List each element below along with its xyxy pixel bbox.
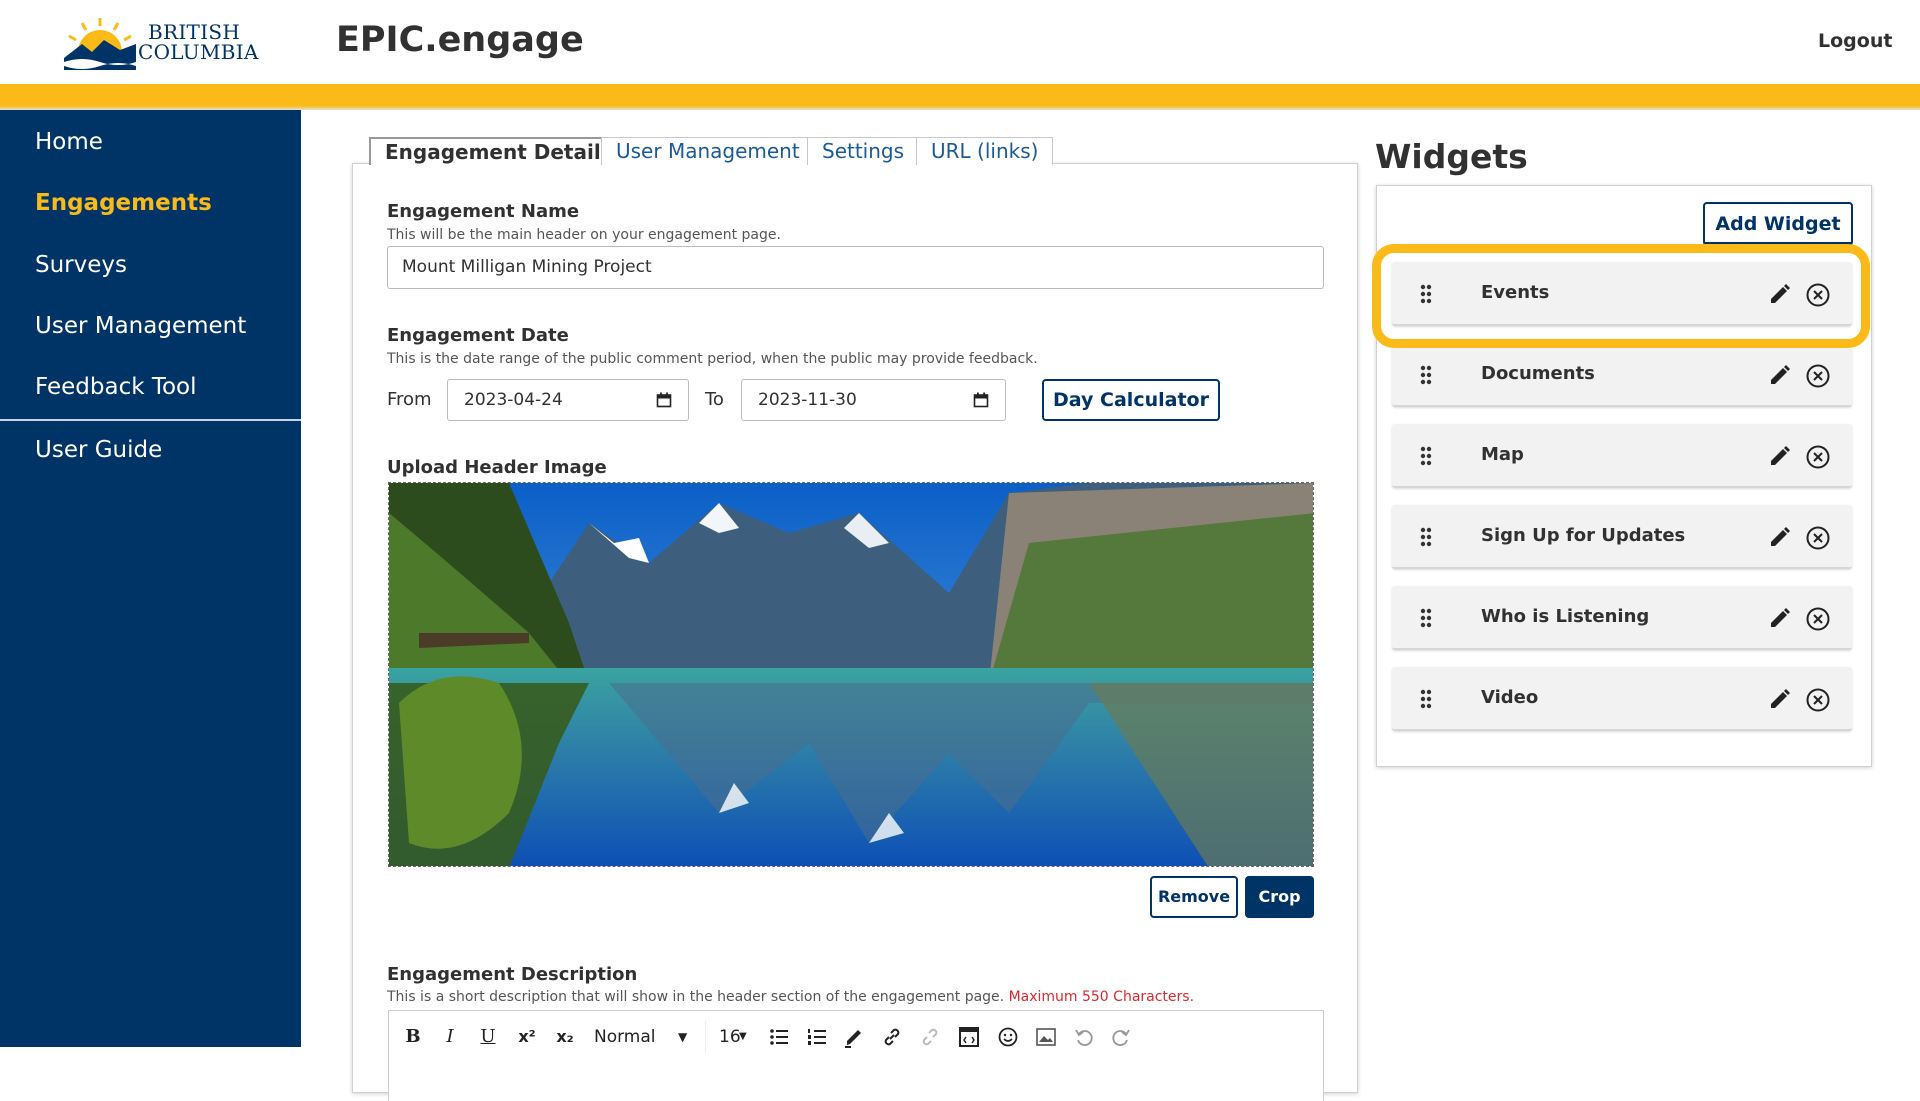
widget-name: Map — [1481, 444, 1524, 465]
widget-item-sign-up-for-updates[interactable]: Sign Up for Updates — [1392, 505, 1852, 569]
remove-circle-icon[interactable] — [1805, 606, 1831, 632]
remove-circle-icon[interactable] — [1805, 363, 1831, 389]
pencil-icon[interactable] — [1768, 282, 1792, 306]
tab-user-management[interactable]: User Management — [601, 137, 815, 165]
tab-url-links[interactable]: URL (links) — [916, 137, 1054, 165]
ordered-list-icon[interactable] — [805, 1025, 829, 1049]
engagement-date-help: This is the date range of the public com… — [387, 351, 1038, 367]
widget-name: Sign Up for Updates — [1481, 525, 1686, 546]
widgets-title: Widgets — [1375, 137, 1528, 176]
text-color-icon[interactable] — [842, 1025, 866, 1049]
drag-handle-icon[interactable] — [1420, 446, 1432, 466]
description-limit-warning: Maximum 550 Characters. — [1008, 989, 1195, 1005]
header-accent-bar — [0, 84, 1920, 110]
logo-line-2: COLUMBIA — [138, 40, 259, 64]
description-help-text: This is a short description that will sh… — [387, 989, 1009, 1005]
bc-sun-logo-icon — [64, 18, 136, 70]
app-title: EPIC.engage — [336, 20, 584, 60]
pencil-icon[interactable] — [1768, 687, 1792, 711]
unordered-list-icon[interactable] — [767, 1025, 791, 1049]
sidebar-item-surveys[interactable]: Surveys — [35, 252, 127, 278]
block-type-select[interactable]: Normal ▼ — [588, 1021, 706, 1053]
date-to-value: 2023-11-30 — [758, 390, 857, 410]
redo-icon[interactable] — [1109, 1025, 1133, 1049]
engagement-name-label: Engagement Name — [387, 201, 580, 222]
rich-text-toolbar: B I U x² x₂ Normal ▼ 16 ▼ — [388, 1010, 1324, 1062]
sidebar-item-user-guide[interactable]: User Guide — [35, 437, 162, 463]
drag-handle-icon[interactable] — [1420, 608, 1432, 628]
italic-button[interactable]: I — [438, 1025, 462, 1049]
drag-handle-icon[interactable] — [1420, 365, 1432, 385]
logo-line-1: BRITISH — [148, 20, 241, 44]
tab-engagement-details[interactable]: Engagement Details — [369, 137, 629, 165]
font-size-select[interactable]: 16 ▼ — [713, 1021, 753, 1053]
remove-circle-icon[interactable] — [1805, 282, 1831, 308]
app-header: BRITISH COLUMBIA EPIC.engage Logout — [0, 0, 1920, 84]
emoji-icon[interactable] — [996, 1025, 1020, 1049]
date-from-input[interactable]: 2023-04-24 — [447, 379, 689, 421]
add-widget-button[interactable]: Add Widget — [1703, 202, 1853, 246]
calendar-icon[interactable] — [656, 392, 672, 408]
bc-gov-logo[interactable]: BRITISH COLUMBIA — [62, 14, 258, 70]
sidebar-item-engagements[interactable]: Engagements — [35, 190, 212, 216]
drag-handle-icon[interactable] — [1420, 689, 1432, 709]
sidebar-item-home[interactable]: Home — [35, 129, 103, 155]
drag-handle-icon[interactable] — [1420, 284, 1432, 304]
remove-circle-icon[interactable] — [1805, 525, 1831, 551]
widget-name: Events — [1481, 282, 1550, 303]
chevron-down-icon: ▼ — [739, 1031, 747, 1042]
engagement-name-input[interactable]: Mount Milligan Mining Project — [387, 246, 1324, 289]
date-to-label: To — [705, 389, 724, 410]
pencil-icon[interactable] — [1768, 444, 1792, 468]
tab-settings[interactable]: Settings — [807, 137, 920, 165]
calendar-icon[interactable] — [973, 392, 989, 408]
widget-item-documents[interactable]: Documents — [1392, 343, 1852, 407]
unlink-icon[interactable] — [918, 1025, 942, 1049]
engagement-description-help: This is a short description that will sh… — [387, 989, 1194, 1005]
logout-button[interactable]: Logout — [1818, 30, 1892, 52]
subscript-button[interactable]: x₂ — [553, 1025, 577, 1049]
description-editor[interactable] — [388, 1061, 1324, 1101]
sidebar-item-user-management[interactable]: User Management — [35, 313, 246, 339]
crop-image-button[interactable]: Crop — [1245, 876, 1314, 918]
date-from-value: 2023-04-24 — [464, 390, 563, 410]
engagement-description-label: Engagement Description — [387, 964, 638, 985]
pencil-icon[interactable] — [1768, 363, 1792, 387]
pencil-icon[interactable] — [1768, 525, 1792, 549]
sidebar-nav: Home Engagements Surveys User Management… — [0, 110, 301, 1047]
date-to-input[interactable]: 2023-11-30 — [741, 379, 1006, 421]
superscript-button[interactable]: x² — [515, 1025, 539, 1049]
day-calculator-button[interactable]: Day Calculator — [1042, 379, 1220, 421]
link-icon[interactable] — [880, 1025, 904, 1049]
remove-circle-icon[interactable] — [1805, 687, 1831, 713]
date-from-label: From — [387, 389, 432, 410]
remove-circle-icon[interactable] — [1805, 444, 1831, 470]
logo-wordmark: BRITISH COLUMBIA — [138, 22, 259, 62]
widget-name: Documents — [1481, 363, 1595, 384]
chevron-down-icon: ▼ — [678, 1030, 688, 1044]
embed-icon[interactable] — [957, 1025, 981, 1049]
widget-item-who-is-listening[interactable]: Who is Listening — [1392, 586, 1852, 650]
widget-item-events[interactable]: Events — [1392, 262, 1852, 326]
sidebar-item-feedback-tool[interactable]: Feedback Tool — [35, 374, 197, 400]
underline-button[interactable]: U — [476, 1025, 500, 1049]
remove-image-button[interactable]: Remove — [1150, 876, 1238, 918]
engagement-name-help: This will be the main header on your eng… — [387, 227, 781, 243]
bold-button[interactable]: B — [401, 1025, 425, 1049]
block-type-value: Normal — [594, 1027, 656, 1047]
upload-header-image-label: Upload Header Image — [387, 457, 607, 478]
mountain-lake-image — [389, 483, 1313, 866]
widget-item-video[interactable]: Video — [1392, 667, 1852, 731]
undo-icon[interactable] — [1072, 1025, 1096, 1049]
drag-handle-icon[interactable] — [1420, 527, 1432, 547]
pencil-icon[interactable] — [1768, 606, 1792, 630]
widget-item-map[interactable]: Map — [1392, 424, 1852, 488]
header-image-preview — [388, 482, 1314, 867]
widget-name: Who is Listening — [1481, 606, 1650, 627]
image-icon[interactable] — [1034, 1025, 1058, 1049]
widget-name: Video — [1481, 687, 1539, 708]
engagement-date-label: Engagement Date — [387, 325, 569, 346]
sidebar-divider — [0, 419, 301, 421]
font-size-value: 16 — [719, 1027, 741, 1047]
